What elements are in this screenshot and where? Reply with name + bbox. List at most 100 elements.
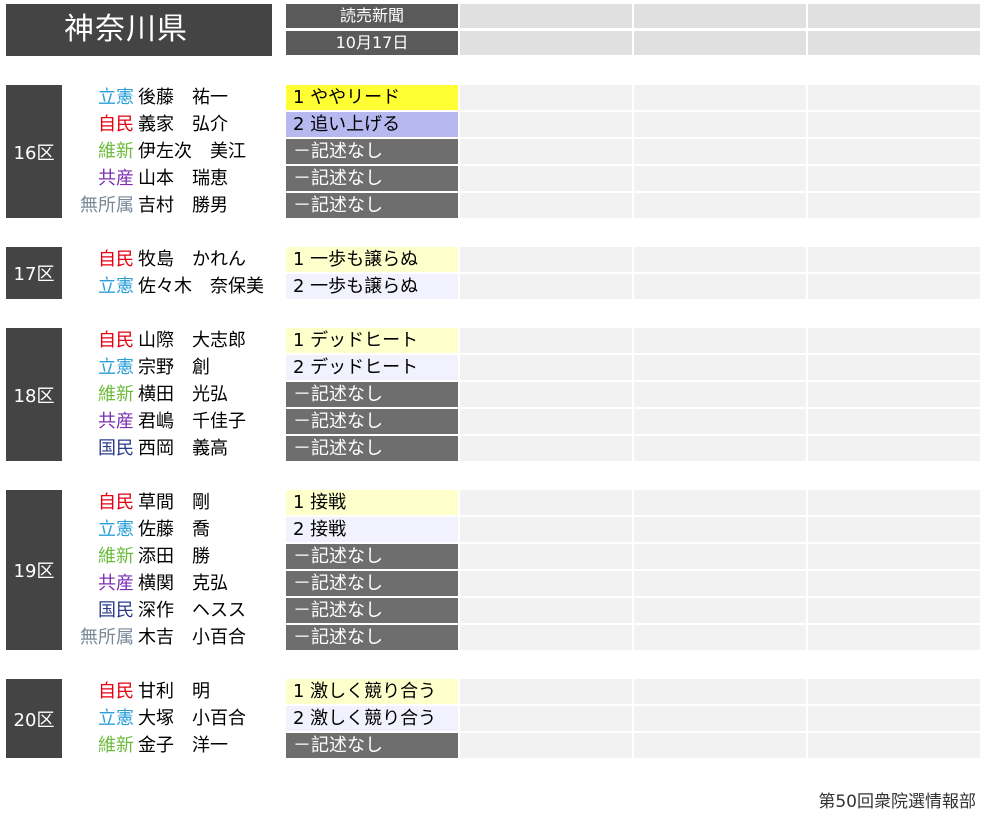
candidate-name: 後藤 祐一 <box>138 87 228 108</box>
candidate-name: 伊左次 美江 <box>138 141 246 162</box>
rating-cell: －記述なし <box>286 409 458 434</box>
empty-rating-cell <box>460 517 632 542</box>
footer-credit: 第50回衆院選情報部 <box>818 792 976 812</box>
empty-rating-cell <box>808 733 980 758</box>
candidate-name: 横関 克弘 <box>138 573 228 594</box>
empty-rating-cell <box>634 382 806 407</box>
party-label: 自民 <box>98 330 134 351</box>
rating-cell: 1 接戦 <box>286 490 458 515</box>
empty-header-cell <box>808 31 980 55</box>
empty-rating-cell <box>634 274 806 299</box>
rating-cell: 2 激しく競り合う <box>286 706 458 731</box>
empty-rating-cell <box>460 706 632 731</box>
report-date: 10月17日 <box>286 31 458 55</box>
candidate-name: 君嶋 千佳子 <box>138 411 246 432</box>
empty-rating-cell <box>460 328 632 353</box>
empty-rating-cell <box>460 355 632 380</box>
party-label: 維新 <box>98 384 134 405</box>
empty-rating-cell <box>808 517 980 542</box>
empty-rating-cell <box>634 112 806 137</box>
empty-rating-cell <box>808 706 980 731</box>
empty-rating-cell <box>808 328 980 353</box>
candidate-name: 山本 瑞恵 <box>138 168 228 189</box>
candidate-name: 添田 勝 <box>138 546 210 567</box>
empty-rating-cell <box>634 706 806 731</box>
party-label: 共産 <box>98 411 134 432</box>
party-label: 国民 <box>98 438 134 459</box>
prefecture-title: 神奈川県 <box>6 4 272 56</box>
party-label: 国民 <box>98 600 134 621</box>
empty-rating-cell <box>808 139 980 164</box>
empty-rating-cell <box>634 328 806 353</box>
rating-cell: －記述なし <box>286 625 458 650</box>
candidate-name: 佐藤 喬 <box>138 519 210 540</box>
empty-rating-cell <box>460 166 632 191</box>
rating-cell: 2 一歩も譲らぬ <box>286 274 458 299</box>
rating-cell: －記述なし <box>286 193 458 218</box>
party-label: 立憲 <box>98 87 134 108</box>
empty-rating-cell <box>808 679 980 704</box>
candidate-name: 山際 大志郎 <box>138 330 246 351</box>
empty-rating-cell <box>634 571 806 596</box>
rating-cell: 1 一歩も譲らぬ <box>286 247 458 272</box>
empty-rating-cell <box>808 409 980 434</box>
empty-rating-cell <box>808 544 980 569</box>
empty-rating-cell <box>808 166 980 191</box>
party-label: 立憲 <box>98 357 134 378</box>
candidate-name: 横田 光弘 <box>138 384 228 405</box>
empty-rating-cell <box>634 517 806 542</box>
party-label: 維新 <box>98 141 134 162</box>
empty-rating-cell <box>460 193 632 218</box>
empty-rating-cell <box>808 382 980 407</box>
empty-rating-cell <box>460 139 632 164</box>
party-label: 立憲 <box>98 519 134 540</box>
rating-cell: 2 追い上げる <box>286 112 458 137</box>
empty-header-cell <box>634 4 806 28</box>
candidate-name: 牧島 かれん <box>138 249 246 270</box>
candidate-name: 金子 洋一 <box>138 735 228 756</box>
empty-rating-cell <box>808 436 980 461</box>
empty-rating-cell <box>460 733 632 758</box>
empty-rating-cell <box>808 598 980 623</box>
empty-rating-cell <box>460 598 632 623</box>
candidate-name: 草間 剛 <box>138 492 210 513</box>
candidate-name: 吉村 勝男 <box>138 195 228 216</box>
empty-rating-cell <box>460 625 632 650</box>
empty-rating-cell <box>460 436 632 461</box>
candidate-name: 義家 弘介 <box>138 114 228 135</box>
empty-rating-cell <box>460 490 632 515</box>
empty-rating-cell <box>460 247 632 272</box>
party-label: 自民 <box>98 114 134 135</box>
party-label: 無所属 <box>80 627 134 648</box>
empty-rating-cell <box>808 625 980 650</box>
district-label: 17区 <box>6 247 62 299</box>
party-label: 自民 <box>98 249 134 270</box>
rating-cell: －記述なし <box>286 139 458 164</box>
rating-cell: －記述なし <box>286 382 458 407</box>
rating-cell: －記述なし <box>286 733 458 758</box>
empty-rating-cell <box>634 409 806 434</box>
party-label: 維新 <box>98 735 134 756</box>
empty-rating-cell <box>460 409 632 434</box>
party-label: 立憲 <box>98 708 134 729</box>
party-label: 無所属 <box>80 195 134 216</box>
district-label: 19区 <box>6 490 62 650</box>
candidate-name: 西岡 義高 <box>138 438 228 459</box>
empty-rating-cell <box>634 598 806 623</box>
empty-rating-cell <box>634 193 806 218</box>
empty-rating-cell <box>808 274 980 299</box>
empty-rating-cell <box>460 571 632 596</box>
party-label: 自民 <box>98 492 134 513</box>
empty-rating-cell <box>634 733 806 758</box>
empty-rating-cell <box>808 112 980 137</box>
rating-cell: 1 ややリード <box>286 85 458 110</box>
empty-rating-cell <box>634 436 806 461</box>
rating-cell: －記述なし <box>286 166 458 191</box>
district-label: 20区 <box>6 679 62 758</box>
empty-rating-cell <box>634 139 806 164</box>
empty-rating-cell <box>634 679 806 704</box>
empty-rating-cell <box>808 355 980 380</box>
party-label: 共産 <box>98 573 134 594</box>
empty-rating-cell <box>634 247 806 272</box>
empty-rating-cell <box>808 571 980 596</box>
